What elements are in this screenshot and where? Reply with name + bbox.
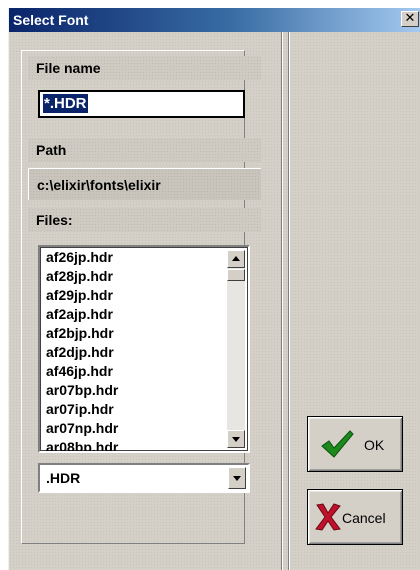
scroll-thumb[interactable] <box>227 269 245 281</box>
chevron-down-icon <box>233 476 241 481</box>
file-name-input[interactable]: *.HDR <box>38 90 245 118</box>
list-item[interactable]: af2ajp.hdr <box>46 305 118 324</box>
dropdown-button[interactable] <box>228 467 246 489</box>
list-item[interactable]: af26jp.hdr <box>46 248 118 267</box>
checkmark-icon <box>321 430 354 458</box>
list-item[interactable]: ar07ip.hdr <box>46 400 118 419</box>
files-label: Files: <box>28 208 261 232</box>
close-button[interactable]: ✕ <box>401 11 419 27</box>
close-icon: ✕ <box>404 11 416 26</box>
list-item[interactable]: ar07np.hdr <box>46 419 118 438</box>
list-item[interactable]: af28jp.hdr <box>46 267 118 286</box>
files-scrollbar[interactable] <box>227 250 245 448</box>
scroll-up-button[interactable] <box>227 250 245 268</box>
list-item[interactable]: ar08bp.hdr <box>46 438 118 451</box>
file-name-value: *.HDR <box>43 94 88 113</box>
arrow-down-icon <box>232 437 240 442</box>
file-name-label: File name <box>28 56 261 80</box>
file-list: af26jp.hdr af28jp.hdr af29jp.hdr af2ajp.… <box>46 248 118 451</box>
list-item[interactable]: af2bjp.hdr <box>46 324 118 343</box>
cancel-label: Cancel <box>342 510 386 526</box>
window-title: Select Font <box>13 12 89 28</box>
files-listbox[interactable]: af26jp.hdr af28jp.hdr af29jp.hdr af2ajp.… <box>38 245 250 453</box>
file-type-select[interactable]: .HDR <box>38 463 250 493</box>
path-value: c:\elixir\fonts\elixir <box>28 168 261 200</box>
ok-label: OK <box>364 437 385 453</box>
divider-right <box>288 32 290 570</box>
arrow-up-icon <box>232 256 240 261</box>
list-item[interactable]: af2djp.hdr <box>46 343 118 362</box>
title-bar[interactable]: Select Font ✕ <box>9 8 420 32</box>
cancel-button[interactable]: Cancel <box>307 489 403 545</box>
x-mark-icon <box>315 503 341 531</box>
scroll-down-button[interactable] <box>227 430 245 448</box>
ok-button[interactable]: OK <box>307 416 403 472</box>
file-type-value: .HDR <box>46 470 81 486</box>
path-label: Path <box>28 138 261 162</box>
list-item[interactable]: af46jp.hdr <box>46 362 118 381</box>
list-item[interactable]: ar07bp.hdr <box>46 381 118 400</box>
divider-left <box>281 32 283 570</box>
list-item[interactable]: af29jp.hdr <box>46 286 118 305</box>
